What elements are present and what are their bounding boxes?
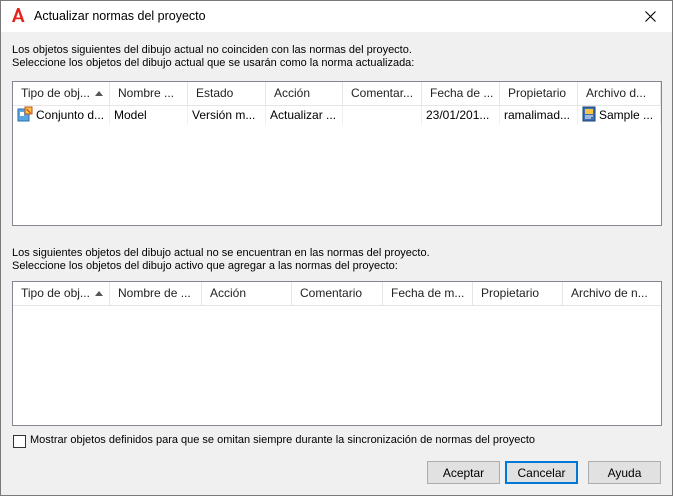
cell-text: Versión m... (192, 108, 256, 122)
column-header-name[interactable]: Nombre ... (110, 82, 188, 106)
column-label: Acción (210, 286, 247, 300)
section2-description-line2: Seleccione los objetos del dibujo activo… (12, 260, 398, 272)
title-bar: Actualizar normas del proyecto (1, 1, 672, 32)
show-ignored-checkbox[interactable] (13, 435, 26, 448)
cell-name: Model (110, 106, 188, 125)
column-label: Estado (196, 86, 234, 100)
cell-action[interactable]: Actualizar ... (266, 106, 343, 125)
column-label: Comentar... (351, 86, 414, 100)
column-header-comment[interactable]: Comentario (292, 282, 383, 306)
column-header-action[interactable]: Acción (266, 82, 343, 106)
sort-ascending-icon (95, 291, 103, 296)
column-label: Nombre ... (118, 86, 175, 100)
missing-objects-list[interactable]: Tipo de obj... Nombre de ... Acción Come… (12, 281, 662, 426)
column-label: Nombre de ... (118, 286, 191, 300)
cell-text: Conjunto d... (36, 108, 105, 122)
close-icon (644, 11, 656, 22)
column-header-name[interactable]: Nombre de ... (110, 282, 202, 306)
column-label: Archivo de n... (571, 286, 648, 300)
cell-status: Versión m... (188, 106, 266, 125)
section1-description-line2: Seleccione los objetos del dibujo actual… (12, 57, 415, 69)
sort-ascending-icon (95, 91, 103, 96)
column-header-owner[interactable]: Propietario (500, 82, 578, 106)
dialog-window: Actualizar normas del proyecto Los objet… (0, 0, 673, 496)
column-header-object-type[interactable]: Tipo de obj... (13, 282, 110, 306)
column-label: Propietario (508, 86, 567, 100)
section2-description-line1: Los siguientes objetos del dibujo actual… (12, 247, 430, 259)
accept-button[interactable]: Aceptar (427, 461, 500, 484)
column-header-file[interactable]: Archivo d... (578, 82, 661, 106)
list2-header: Tipo de obj... Nombre de ... Acción Come… (13, 282, 661, 306)
column-header-action[interactable]: Acción (202, 282, 292, 306)
column-label: Archivo d... (586, 86, 647, 100)
cell-text: Sample ... (599, 108, 654, 122)
cancel-button[interactable]: Cancelar (505, 461, 578, 484)
column-header-owner[interactable]: Propietario (473, 282, 563, 306)
column-header-status[interactable]: Estado (188, 82, 266, 106)
list1-header: Tipo de obj... Nombre ... Estado Acción … (13, 82, 661, 106)
column-header-object-type[interactable]: Tipo de obj... (13, 82, 110, 106)
window-title: Actualizar normas del proyecto (34, 9, 206, 23)
cell-owner: ramalimad... (500, 106, 578, 125)
column-label: Propietario (481, 286, 540, 300)
column-header-comment[interactable]: Comentar... (343, 82, 422, 106)
nonmatching-objects-list[interactable]: Tipo de obj... Nombre ... Estado Acción … (12, 81, 662, 226)
show-ignored-label[interactable]: Mostrar objetos definidos para que se om… (30, 434, 535, 447)
column-header-modified-date[interactable]: Fecha de m... (383, 282, 473, 306)
help-button[interactable]: Ayuda (588, 461, 661, 484)
table-row[interactable]: Conjunto d... Model Versión m... Actuali… (13, 106, 661, 125)
column-label: Acción (274, 86, 311, 100)
cell-object-type: Conjunto d... (13, 106, 110, 125)
column-label: Tipo de obj... (21, 286, 90, 300)
cell-text: ramalimad... (504, 108, 571, 122)
cell-text: Actualizar ... (270, 108, 337, 122)
cell-text: 23/01/201... (426, 108, 490, 122)
column-label: Fecha de m... (391, 286, 465, 300)
cell-comment[interactable] (343, 106, 422, 125)
column-label: Fecha de ... (430, 86, 494, 100)
column-label: Comentario (300, 286, 363, 300)
column-header-date[interactable]: Fecha de ... (422, 82, 500, 106)
block-definition-icon (17, 106, 33, 122)
cell-date: 23/01/201... (422, 106, 500, 125)
section1-description-line1: Los objetos siguientes del dibujo actual… (12, 44, 412, 56)
cell-file: Sample ... (578, 106, 661, 125)
column-label: Tipo de obj... (21, 86, 90, 100)
close-button[interactable] (628, 1, 672, 32)
cell-text: Model (114, 108, 147, 122)
autocad-logo-icon (12, 8, 25, 22)
column-header-file[interactable]: Archivo de n... (563, 282, 661, 306)
standards-file-icon (582, 106, 596, 122)
